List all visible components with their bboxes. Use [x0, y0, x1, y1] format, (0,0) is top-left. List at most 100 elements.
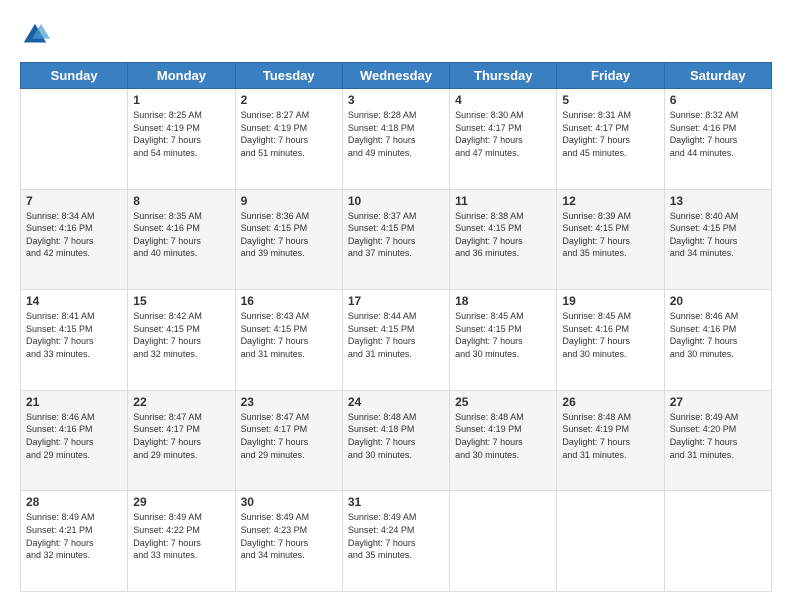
- calendar-cell: 18 Sunrise: 8:45 AM Sunset: 4:15 PM Dayli…: [450, 290, 557, 391]
- calendar-cell: 16Sunrise: 8:43 AM Sunset: 4:15 PM Dayli…: [235, 290, 342, 391]
- calendar-cell: 10 Sunrise: 8:37 AM Sunset: 4:15 PM Dayli…: [342, 189, 449, 290]
- day-info: Sunrise: 8:49 AM Sunset: 4:21 PM Dayligh…: [26, 511, 122, 561]
- calendar-week-row: 28 Sunrise: 8:49 AM Sunset: 4:21 PM Dayli…: [21, 491, 772, 592]
- day-info: Sunrise: 8:27 AM Sunset: 4:19 PM Dayligh…: [241, 109, 337, 159]
- day-number: 7: [26, 194, 122, 208]
- day-number: 24: [348, 395, 444, 409]
- day-info: Sunrise: 8:36 AM Sunset: 4:15 PM Dayligh…: [241, 210, 337, 260]
- day-number: 18: [455, 294, 551, 308]
- day-info: Sunrise: 8:42 AM Sunset: 4:15 PM Dayligh…: [133, 310, 229, 360]
- day-info: Sunrise: 8:37 AM Sunset: 4:15 PM Dayligh…: [348, 210, 444, 260]
- calendar-cell: 31 Sunrise: 8:49 AM Sunset: 4:24 PM Dayli…: [342, 491, 449, 592]
- calendar-week-row: 21 Sunrise: 8:46 AM Sunset: 4:16 PM Dayli…: [21, 390, 772, 491]
- calendar-day-header: Tuesday: [235, 63, 342, 89]
- day-info: Sunrise: 8:25 AM Sunset: 4:19 PM Dayligh…: [133, 109, 229, 159]
- day-number: 20: [670, 294, 766, 308]
- calendar-week-row: 14 Sunrise: 8:41 AM Sunset: 4:15 PM Dayli…: [21, 290, 772, 391]
- day-number: 14: [26, 294, 122, 308]
- calendar-table: SundayMondayTuesdayWednesdayThursdayFrid…: [20, 62, 772, 592]
- day-number: 4: [455, 93, 551, 107]
- calendar-cell: 11 Sunrise: 8:38 AM Sunset: 4:15 PM Dayli…: [450, 189, 557, 290]
- calendar-cell: 12 Sunrise: 8:39 AM Sunset: 4:15 PM Dayli…: [557, 189, 664, 290]
- day-number: 6: [670, 93, 766, 107]
- day-info: Sunrise: 8:49 AM Sunset: 4:24 PM Dayligh…: [348, 511, 444, 561]
- calendar-cell: 2Sunrise: 8:27 AM Sunset: 4:19 PM Daylig…: [235, 89, 342, 190]
- day-info: Sunrise: 8:41 AM Sunset: 4:15 PM Dayligh…: [26, 310, 122, 360]
- day-info: Sunrise: 8:47 AM Sunset: 4:17 PM Dayligh…: [241, 411, 337, 461]
- calendar-day-header: Wednesday: [342, 63, 449, 89]
- calendar-cell: 29 Sunrise: 8:49 AM Sunset: 4:22 PM Dayli…: [128, 491, 235, 592]
- calendar-cell: 21 Sunrise: 8:46 AM Sunset: 4:16 PM Dayli…: [21, 390, 128, 491]
- calendar-cell: 28 Sunrise: 8:49 AM Sunset: 4:21 PM Dayli…: [21, 491, 128, 592]
- day-number: 22: [133, 395, 229, 409]
- calendar-cell: 3Sunrise: 8:28 AM Sunset: 4:18 PM Daylig…: [342, 89, 449, 190]
- day-info: Sunrise: 8:49 AM Sunset: 4:20 PM Dayligh…: [670, 411, 766, 461]
- calendar-cell: 19 Sunrise: 8:45 AM Sunset: 4:16 PM Dayli…: [557, 290, 664, 391]
- calendar-week-row: 1 Sunrise: 8:25 AM Sunset: 4:19 PM Daylig…: [21, 89, 772, 190]
- calendar-cell: 15 Sunrise: 8:42 AM Sunset: 4:15 PM Dayli…: [128, 290, 235, 391]
- calendar-cell: 25 Sunrise: 8:48 AM Sunset: 4:19 PM Dayli…: [450, 390, 557, 491]
- calendar-header-row: SundayMondayTuesdayWednesdayThursdayFrid…: [21, 63, 772, 89]
- day-number: 27: [670, 395, 766, 409]
- logo-icon: [20, 20, 50, 50]
- logo: [20, 20, 54, 50]
- day-number: 1: [133, 93, 229, 107]
- day-info: Sunrise: 8:40 AM Sunset: 4:15 PM Dayligh…: [670, 210, 766, 260]
- day-number: 13: [670, 194, 766, 208]
- day-info: Sunrise: 8:44 AM Sunset: 4:15 PM Dayligh…: [348, 310, 444, 360]
- day-info: Sunrise: 8:49 AM Sunset: 4:23 PM Dayligh…: [241, 511, 337, 561]
- day-number: 29: [133, 495, 229, 509]
- day-number: 28: [26, 495, 122, 509]
- header: [20, 20, 772, 50]
- day-info: Sunrise: 8:48 AM Sunset: 4:19 PM Dayligh…: [455, 411, 551, 461]
- day-number: 15: [133, 294, 229, 308]
- day-info: Sunrise: 8:35 AM Sunset: 4:16 PM Dayligh…: [133, 210, 229, 260]
- day-number: 19: [562, 294, 658, 308]
- day-number: 10: [348, 194, 444, 208]
- day-number: 30: [241, 495, 337, 509]
- day-info: Sunrise: 8:45 AM Sunset: 4:16 PM Dayligh…: [562, 310, 658, 360]
- day-info: Sunrise: 8:45 AM Sunset: 4:15 PM Dayligh…: [455, 310, 551, 360]
- day-info: Sunrise: 8:46 AM Sunset: 4:16 PM Dayligh…: [670, 310, 766, 360]
- day-info: Sunrise: 8:31 AM Sunset: 4:17 PM Dayligh…: [562, 109, 658, 159]
- day-info: Sunrise: 8:39 AM Sunset: 4:15 PM Dayligh…: [562, 210, 658, 260]
- calendar-week-row: 7 Sunrise: 8:34 AM Sunset: 4:16 PM Daylig…: [21, 189, 772, 290]
- day-info: Sunrise: 8:47 AM Sunset: 4:17 PM Dayligh…: [133, 411, 229, 461]
- calendar-day-header: Thursday: [450, 63, 557, 89]
- calendar-cell: 8 Sunrise: 8:35 AM Sunset: 4:16 PM Daylig…: [128, 189, 235, 290]
- calendar-day-header: Saturday: [664, 63, 771, 89]
- calendar-cell: 30 Sunrise: 8:49 AM Sunset: 4:23 PM Dayli…: [235, 491, 342, 592]
- day-number: 31: [348, 495, 444, 509]
- day-info: Sunrise: 8:32 AM Sunset: 4:16 PM Dayligh…: [670, 109, 766, 159]
- day-number: 17: [348, 294, 444, 308]
- day-number: 25: [455, 395, 551, 409]
- page: SundayMondayTuesdayWednesdayThursdayFrid…: [0, 0, 792, 612]
- calendar-cell: 27 Sunrise: 8:49 AM Sunset: 4:20 PM Dayli…: [664, 390, 771, 491]
- day-number: 26: [562, 395, 658, 409]
- calendar-cell: 24 Sunrise: 8:48 AM Sunset: 4:18 PM Dayli…: [342, 390, 449, 491]
- day-info: Sunrise: 8:30 AM Sunset: 4:17 PM Dayligh…: [455, 109, 551, 159]
- day-info: Sunrise: 8:49 AM Sunset: 4:22 PM Dayligh…: [133, 511, 229, 561]
- day-info: Sunrise: 8:38 AM Sunset: 4:15 PM Dayligh…: [455, 210, 551, 260]
- day-info: Sunrise: 8:43 AM Sunset: 4:15 PM Dayligh…: [241, 310, 337, 360]
- calendar-cell: 9Sunrise: 8:36 AM Sunset: 4:15 PM Daylig…: [235, 189, 342, 290]
- day-info: Sunrise: 8:46 AM Sunset: 4:16 PM Dayligh…: [26, 411, 122, 461]
- calendar-day-header: Sunday: [21, 63, 128, 89]
- day-info: Sunrise: 8:34 AM Sunset: 4:16 PM Dayligh…: [26, 210, 122, 260]
- day-number: 8: [133, 194, 229, 208]
- day-number: 5: [562, 93, 658, 107]
- calendar-cell: 5 Sunrise: 8:31 AM Sunset: 4:17 PM Daylig…: [557, 89, 664, 190]
- day-info: Sunrise: 8:48 AM Sunset: 4:18 PM Dayligh…: [348, 411, 444, 461]
- day-number: 21: [26, 395, 122, 409]
- calendar-cell: 23Sunrise: 8:47 AM Sunset: 4:17 PM Dayli…: [235, 390, 342, 491]
- calendar-cell: [557, 491, 664, 592]
- calendar-cell: 1 Sunrise: 8:25 AM Sunset: 4:19 PM Daylig…: [128, 89, 235, 190]
- calendar-cell: 22 Sunrise: 8:47 AM Sunset: 4:17 PM Dayli…: [128, 390, 235, 491]
- day-number: 12: [562, 194, 658, 208]
- calendar-cell: 7 Sunrise: 8:34 AM Sunset: 4:16 PM Daylig…: [21, 189, 128, 290]
- day-number: 11: [455, 194, 551, 208]
- calendar-cell: 4 Sunrise: 8:30 AM Sunset: 4:17 PM Daylig…: [450, 89, 557, 190]
- day-info: Sunrise: 8:28 AM Sunset: 4:18 PM Dayligh…: [348, 109, 444, 159]
- calendar-cell: [664, 491, 771, 592]
- calendar-cell: 6 Sunrise: 8:32 AM Sunset: 4:16 PM Daylig…: [664, 89, 771, 190]
